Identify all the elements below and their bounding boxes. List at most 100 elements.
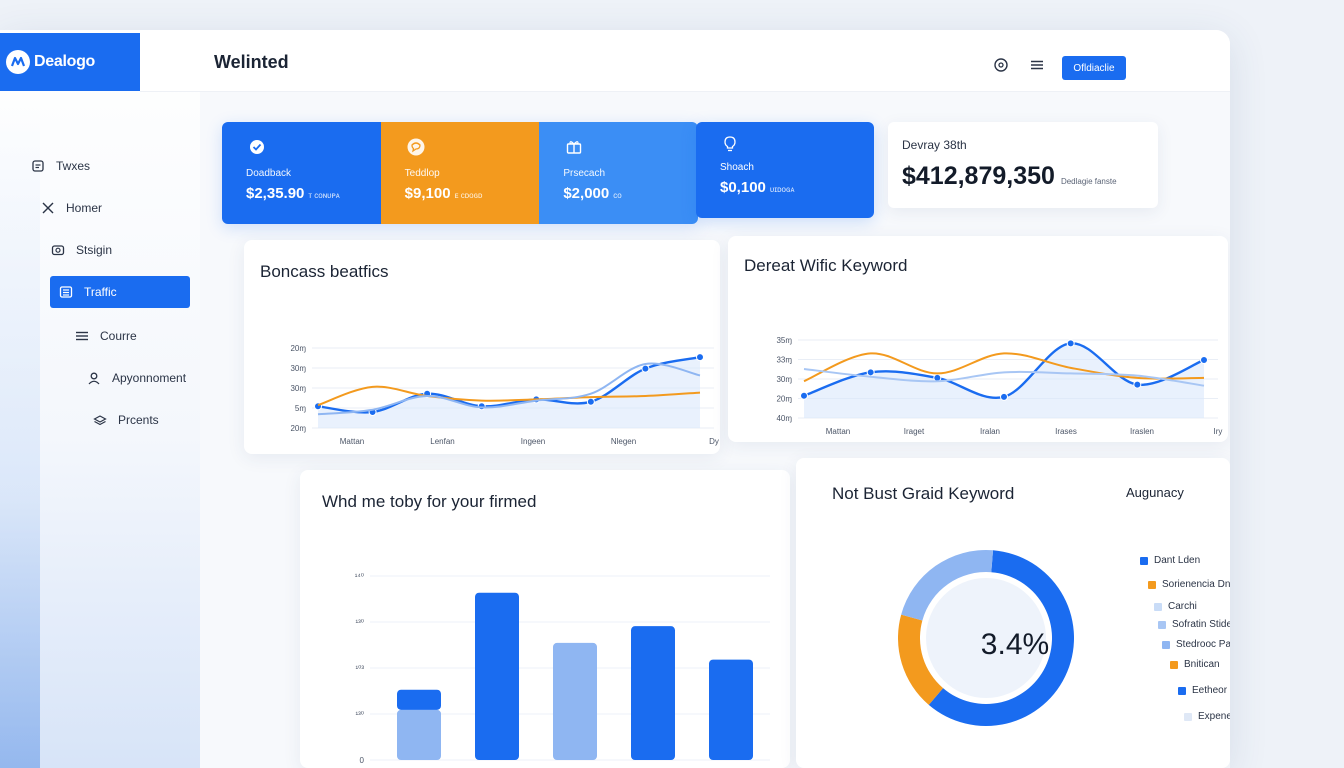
- y-tick-label: 30ɱ: [776, 375, 792, 384]
- y-tick-label: ¹³⁰: [355, 710, 364, 719]
- bar: [397, 709, 441, 760]
- data-point: [1000, 392, 1008, 401]
- y-tick-label: 35ɱ: [776, 336, 792, 345]
- stat-sub: ᴛ ᴄᴏɴᴜᴘᴀ: [308, 191, 340, 200]
- y-tick-label: ¹⁰³: [355, 664, 364, 673]
- legend-swatch: [1158, 620, 1166, 629]
- stat-cards: Doadback $2,35.90 ᴛ ᴄᴏɴᴜᴘᴀ Teddlop $9,100…: [222, 122, 698, 224]
- donut-center-label: 3.4%: [980, 628, 1050, 661]
- gift-icon: [563, 136, 585, 158]
- sidebar-item-stsigin[interactable]: Stsigin: [42, 234, 112, 266]
- stat-card[interactable]: Prsecach $2,000 ᴄᴏ: [539, 122, 698, 224]
- data-point: [866, 368, 875, 377]
- x-tick-label: Dy: [709, 437, 719, 446]
- sidebar-item-courre[interactable]: Courre: [66, 320, 137, 352]
- bar: [553, 642, 597, 760]
- stack-icon: [92, 412, 108, 428]
- x-tick-label: Mattan: [340, 437, 364, 446]
- list-icon: [58, 284, 74, 300]
- legend-swatch: [1140, 556, 1148, 565]
- settings-icon[interactable]: [992, 56, 1010, 74]
- stat-label: Prsecach: [563, 168, 606, 179]
- sidebar-item-prcents[interactable]: Prcents: [84, 404, 159, 436]
- legend-label: Bnitican: [1184, 659, 1220, 670]
- x-tick-label: Irases: [1055, 427, 1077, 436]
- sidebar-item-apyonnoment[interactable]: Apyonnoment: [78, 362, 186, 394]
- legend-item[interactable]: Sorienencia Dnwer: [1148, 579, 1230, 590]
- stat-label: Doadback: [246, 168, 292, 179]
- stat-sub: ᴇ ᴄᴅᴏɢᴅ: [454, 191, 483, 200]
- data-point: [800, 391, 808, 400]
- brand[interactable]: Dealogo: [0, 33, 140, 91]
- y-tick-label: 30ɱ: [290, 364, 306, 373]
- data-point: [1133, 380, 1142, 389]
- legend-item[interactable]: Stedrooc Patano: [1162, 639, 1230, 650]
- x-tick-label: Lenfan: [430, 437, 454, 446]
- legend-label: Carchi: [1168, 601, 1197, 612]
- donut-legend: Augunacy Dant Lden Sorienencia Dnwer Carch…: [1126, 485, 1230, 722]
- header-action-button[interactable]: Ofldiaclie: [1062, 56, 1126, 80]
- sidebar-item-label: Twxes: [56, 159, 91, 173]
- x-tick-label: Mattan: [826, 427, 850, 436]
- legend-label: Eetheor ec Joidan: [1192, 685, 1230, 696]
- stat-value: $2,000 ᴄᴏ: [563, 185, 622, 202]
- data-point: [1200, 356, 1208, 365]
- x-tick-label: Iralan: [980, 427, 1000, 436]
- legend-swatch: [1170, 660, 1178, 669]
- total-card: Devray 38th $412,879,350 Dedlagie fanste: [888, 122, 1158, 208]
- stat-card[interactable]: Shoach $0,100 ᴜɪᴅᴏɢᴀ: [696, 122, 874, 218]
- legend-item[interactable]: Eetheor ec Joidan: [1178, 685, 1230, 696]
- y-tick-label: 20ɱ: [290, 344, 306, 353]
- legend-swatch: [1154, 602, 1162, 611]
- x-tick-label: Ingeen: [521, 437, 545, 446]
- total-sub: Dedlagie fanste: [1060, 177, 1117, 186]
- bar: [709, 659, 753, 760]
- legend-title: Augunacy: [1126, 485, 1184, 500]
- legend-item[interactable]: Dant Lden: [1140, 555, 1200, 566]
- total-value: $412,879,350: [902, 162, 1055, 190]
- stat-label: Shoach: [720, 162, 754, 173]
- brand-name: Dealogo: [34, 53, 96, 70]
- sidebar-item-label: Homer: [66, 201, 103, 215]
- x-tick-label: Iraget: [904, 427, 925, 436]
- legend-label: Stedrooc Patano: [1176, 639, 1230, 650]
- app-window: Dealogo Twxes Homer Stsigin Traffic Cour…: [0, 30, 1230, 768]
- sidebar-item-twxes[interactable]: Twxes: [22, 150, 90, 182]
- stat-card[interactable]: Teddlop $9,100 ᴇ ᴄᴅᴏɢᴅ: [380, 122, 540, 224]
- bar: [475, 592, 519, 760]
- y-tick-label: ¹³⁰: [355, 618, 364, 627]
- legend-label: Sofratin Stiden: [1172, 619, 1230, 630]
- donut-chart-card: Not Bust Graid Keyword 3.4%: [796, 458, 1230, 768]
- legend-swatch: [1178, 686, 1186, 695]
- camera-icon: [50, 242, 66, 258]
- sidebar-item-label: Apyonnoment: [112, 371, 187, 385]
- bulb-icon: [720, 134, 740, 154]
- y-tick-label: 5ɱ: [295, 404, 306, 413]
- legend-item[interactable]: Expenetc Deminge: [1184, 711, 1230, 722]
- line-chart-1: 20ɱ 30ɱ 30ɱ 5ɱ 20ɱ Mattan Lenfan Ingeen Nlegen Dy: [290, 344, 719, 446]
- data-point: [586, 397, 595, 406]
- legend-swatch: [1162, 640, 1170, 649]
- legend-swatch: [1184, 712, 1192, 721]
- stat-value: $2,35.90 ᴛ ᴄᴏɴᴜᴘᴀ: [246, 185, 340, 202]
- sidebar-item-label: Traffic: [84, 285, 117, 299]
- y-tick-label: 33ɱ: [776, 356, 792, 365]
- sidebar-item-homer[interactable]: Homer: [32, 192, 102, 224]
- bar: [631, 626, 675, 760]
- stat-sub: ᴜɪᴅᴏɢᴀ: [769, 185, 795, 194]
- y-tick-label: ¹⁴⁰: [355, 572, 364, 581]
- chat-icon: [405, 136, 427, 158]
- legend-item[interactable]: Bnitican: [1170, 659, 1220, 670]
- top-bar: Welinted Ofldiaclie: [140, 30, 1230, 92]
- line-chart-2: 35ɱ 33ɱ 30ɱ 20ɱ 40ɱ Mattan Iraget Iralan Irases I…: [776, 336, 1223, 436]
- sidebar-item-traffic[interactable]: Traffic: [50, 276, 190, 308]
- stat-value: $9,100 ᴇ ᴄᴅᴏɢᴅ: [404, 185, 483, 202]
- legend-item[interactable]: Carchi: [1154, 601, 1197, 612]
- menu-icon[interactable]: [1028, 56, 1046, 74]
- sidebar-item-label: Prcents: [118, 413, 159, 427]
- x-tick-label: Iry: [1214, 427, 1223, 436]
- stat-card[interactable]: Doadback $2,35.90 ᴛ ᴄᴏɴᴜᴘᴀ: [222, 122, 381, 224]
- menu-icon: [74, 328, 90, 344]
- y-tick-label: 30ɱ: [290, 384, 306, 393]
- legend-item[interactable]: Sofratin Stiden: [1158, 619, 1230, 630]
